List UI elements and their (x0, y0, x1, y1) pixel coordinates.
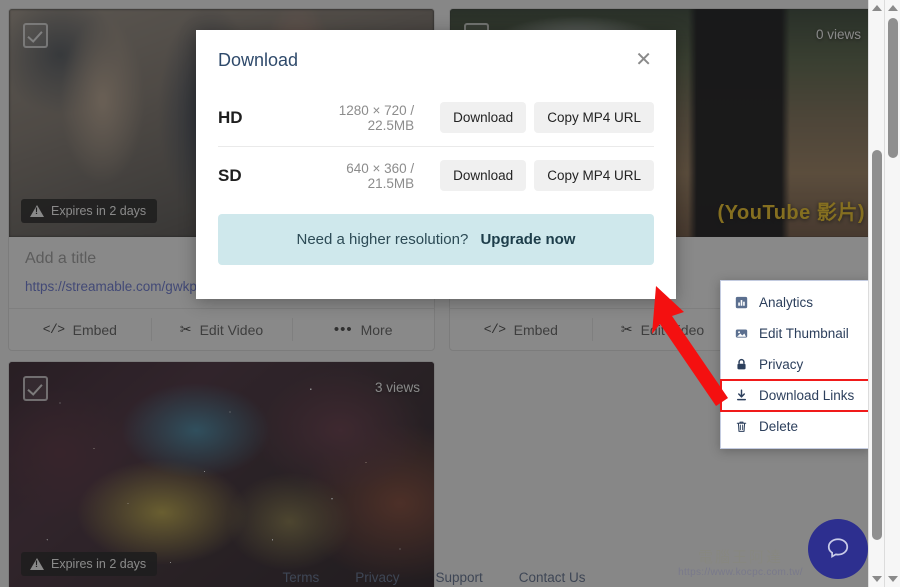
menu-label-download-links: Download Links (759, 388, 855, 403)
more-context-menu: Analytics Edit Thumbnail Privacy Downloa… (720, 280, 870, 449)
menu-item-edit-thumbnail[interactable]: Edit Thumbnail (721, 318, 869, 349)
upgrade-prompt: Need a higher resolution? (296, 231, 469, 248)
page-scroll-down-icon[interactable] (885, 571, 900, 587)
resolution-row-sd: SD 640 × 360 / 21.5MB Download Copy MP4 … (218, 146, 654, 204)
inner-scroll-up-icon[interactable] (869, 0, 885, 16)
page-scroll-up-icon[interactable] (885, 0, 900, 16)
menu-label-delete: Delete (759, 419, 799, 434)
modal-footer-spacer (196, 265, 676, 299)
chat-bubble-icon (827, 538, 849, 559)
modal-header: Download ✕ (196, 30, 676, 77)
close-icon[interactable]: ✕ (633, 50, 654, 70)
resolution-table: HD 1280 × 720 / 22.5MB Download Copy MP4… (196, 77, 676, 204)
spec-sd: 640 × 360 / 21.5MB (346, 160, 415, 191)
copy-mp4-url-button-sd[interactable]: Copy MP4 URL (534, 160, 654, 191)
inner-scrollbar-thumb[interactable] (872, 150, 882, 540)
download-icon (733, 389, 749, 402)
menu-label-privacy: Privacy (759, 357, 804, 372)
image-icon (733, 327, 749, 340)
inner-scrollbar[interactable] (868, 0, 884, 587)
menu-item-privacy[interactable]: Privacy (721, 349, 869, 380)
app-root: Expires in 2 days Add a title https://st… (0, 0, 900, 587)
download-button-hd[interactable]: Download (440, 102, 527, 133)
page-scrollbar[interactable] (884, 0, 900, 587)
quality-label-hd: HD (218, 107, 243, 127)
inner-scroll-down-icon[interactable] (869, 571, 885, 587)
quality-label-sd: SD (218, 165, 242, 185)
upgrade-now-link[interactable]: Upgrade now (480, 231, 575, 248)
modal-title: Download (218, 50, 299, 70)
menu-label-edit-thumbnail: Edit Thumbnail (759, 326, 849, 341)
menu-label-analytics: Analytics (759, 295, 814, 310)
menu-item-analytics[interactable]: Analytics (721, 287, 869, 318)
download-modal: Download ✕ HD 1280 × 720 / 22.5MB Downlo… (196, 30, 676, 299)
menu-item-download-links[interactable]: Download Links (720, 379, 870, 412)
upgrade-banner: Need a higher resolution? Upgrade now (218, 214, 654, 265)
copy-mp4-url-button-hd[interactable]: Copy MP4 URL (534, 102, 654, 133)
download-button-sd[interactable]: Download (440, 160, 527, 191)
menu-item-delete[interactable]: Delete (721, 411, 869, 442)
spec-hd: 1280 × 720 / 22.5MB (338, 102, 415, 133)
trash-icon (733, 420, 749, 433)
page-scrollbar-thumb[interactable] (888, 18, 898, 158)
resolution-row-hd: HD 1280 × 720 / 22.5MB Download Copy MP4… (218, 89, 654, 146)
analytics-bar-chart-icon (733, 296, 749, 309)
lock-icon (733, 358, 749, 371)
help-chat-button[interactable] (808, 519, 868, 579)
